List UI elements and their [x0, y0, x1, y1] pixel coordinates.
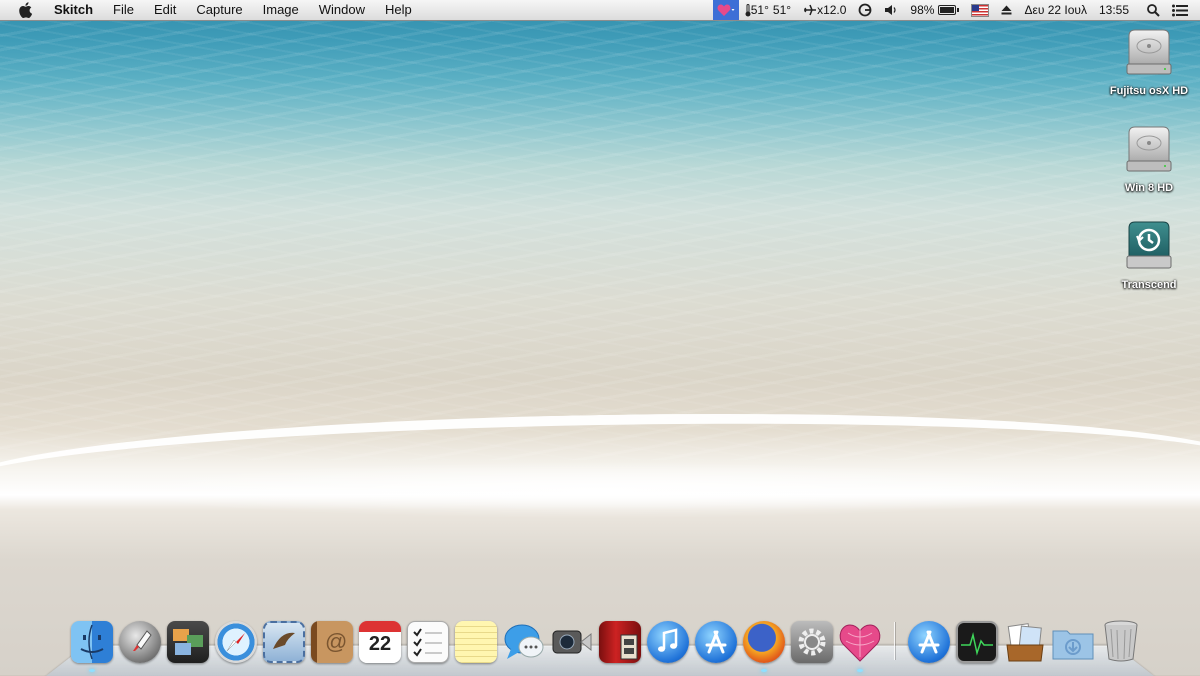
- menu-file[interactable]: File: [103, 0, 144, 20]
- notification-center-button[interactable]: [1166, 4, 1194, 17]
- chat-bubble-icon: [503, 621, 545, 663]
- input-source-extra[interactable]: [965, 3, 995, 17]
- documents-stack-icon: [1004, 621, 1046, 663]
- dock-launchpad[interactable]: [116, 618, 164, 666]
- dock-itunes[interactable]: [644, 618, 692, 666]
- running-indicator: [761, 669, 767, 672]
- desktop-icon-fujitsu-hd[interactable]: Fujitsu osX HD: [1106, 26, 1192, 98]
- rocket-icon: [119, 621, 161, 663]
- eject-extra[interactable]: [995, 5, 1018, 15]
- desktop-icon-win8-hd[interactable]: Win 8 HD: [1106, 123, 1192, 195]
- search-icon: [1147, 3, 1160, 17]
- mail-icon: [263, 621, 305, 663]
- temperature-value: 51°: [750, 3, 769, 17]
- music-note-icon: [647, 621, 689, 663]
- notepad-icon: [455, 621, 497, 663]
- dock-documents-stack[interactable]: [1001, 618, 1049, 666]
- temperature-extra[interactable]: 51° 51°: [739, 0, 797, 20]
- temperature-value-2: 51°: [772, 3, 792, 17]
- checklist-icon: [407, 621, 449, 663]
- dock-finder[interactable]: [68, 618, 116, 672]
- menu-edit[interactable]: Edit: [144, 0, 186, 20]
- app-store-icon: [695, 621, 737, 663]
- clock-time[interactable]: 13:55: [1093, 0, 1135, 20]
- apple-icon[interactable]: [18, 2, 32, 18]
- dock-downloads-folder[interactable]: [1049, 618, 1097, 666]
- speed-extra[interactable]: x12.0: [797, 0, 852, 20]
- battery-fill: [940, 7, 955, 13]
- skitch-menu-extra[interactable]: [712, 0, 739, 20]
- camera-icon: [551, 621, 593, 663]
- downloads-folder-icon: [1052, 621, 1094, 663]
- film-icon: [599, 621, 641, 663]
- desktop-icon-label: Win 8 HD: [1124, 182, 1174, 194]
- battery-percent: 98%: [910, 3, 935, 17]
- speed-value: x12.0: [817, 3, 847, 17]
- finder-icon: [71, 621, 113, 663]
- dock-mail[interactable]: [260, 618, 308, 666]
- dock-dvd-player[interactable]: [596, 618, 644, 666]
- spotlight-button[interactable]: [1141, 3, 1166, 17]
- calendar-icon: 22: [359, 621, 401, 663]
- dock-trash[interactable]: [1097, 618, 1145, 666]
- speaker-icon: [885, 5, 897, 15]
- hard-drive-icon: [1126, 29, 1172, 75]
- dock-safari[interactable]: [212, 618, 260, 666]
- app-store-icon: [908, 621, 950, 663]
- compass-icon: [215, 621, 257, 663]
- time-machine-drive-icon: [1126, 221, 1172, 269]
- calendar-day: 22: [368, 633, 392, 655]
- dock-notes[interactable]: [452, 618, 500, 666]
- sync-icon: [859, 3, 872, 17]
- battery-tip: [957, 8, 960, 12]
- heart-icon: [717, 4, 735, 16]
- battery-extra[interactable]: 98%: [904, 0, 965, 20]
- address-book-icon: @: [311, 621, 353, 663]
- dock: @ 22: [68, 614, 1145, 672]
- menu-bar-extras: 51° 51° x12.0 98% Δευ 22 Ιουλ 13:55: [712, 0, 1200, 20]
- dock-activity-monitor[interactable]: [953, 618, 1001, 666]
- running-indicator: [89, 669, 95, 672]
- dock-system-preferences[interactable]: [788, 618, 836, 666]
- menu-help[interactable]: Help: [375, 0, 422, 20]
- hard-drive-icon: [1126, 126, 1172, 172]
- menu-window[interactable]: Window: [309, 0, 375, 20]
- dock-messages[interactable]: [500, 618, 548, 666]
- dock-applications-stack[interactable]: [905, 618, 953, 666]
- volume-extra[interactable]: [878, 4, 904, 16]
- dock-photo-app[interactable]: [164, 618, 212, 666]
- desktop-icon-label: Transcend: [1121, 279, 1177, 291]
- clock-date[interactable]: Δευ 22 Ιουλ: [1018, 0, 1093, 20]
- desktop-icon-transcend[interactable]: Transcend: [1106, 220, 1192, 292]
- activity-monitor-icon: [956, 621, 998, 663]
- photos-icon: [167, 621, 209, 663]
- eject-icon: [1001, 5, 1012, 15]
- dock-separator: [894, 622, 895, 660]
- dock-calendar[interactable]: 22: [356, 618, 404, 666]
- dock-app-store[interactable]: [692, 618, 740, 666]
- firefox-icon: [743, 621, 785, 663]
- battery-icon: [938, 5, 957, 15]
- us-flag-icon: [971, 3, 990, 17]
- menu-image[interactable]: Image: [253, 0, 309, 20]
- desktop-icon-label: Fujitsu osX HD: [1109, 85, 1189, 97]
- dock-heart-app[interactable]: [836, 618, 884, 672]
- running-indicator: [857, 669, 863, 672]
- sync-extra[interactable]: [852, 3, 878, 17]
- menu-capture[interactable]: Capture: [186, 0, 252, 20]
- heart-icon: [839, 621, 881, 663]
- wallpaper-water-ripples: [0, 20, 1200, 460]
- menu-app-name[interactable]: Skitch: [44, 0, 103, 20]
- menu-bar: Skitch File Edit Capture Image Window He…: [0, 0, 1200, 21]
- list-icon: [1172, 4, 1188, 16]
- gear-icon: [791, 621, 833, 663]
- menu-bar-left: Skitch File Edit Capture Image Window He…: [0, 0, 422, 20]
- dock-firefox[interactable]: [740, 618, 788, 672]
- airplane-icon: [804, 4, 817, 16]
- dock-contacts[interactable]: @: [308, 618, 356, 666]
- dock-reminders[interactable]: [404, 618, 452, 666]
- dock-facetime[interactable]: [548, 618, 596, 666]
- trash-icon: [1100, 620, 1142, 663]
